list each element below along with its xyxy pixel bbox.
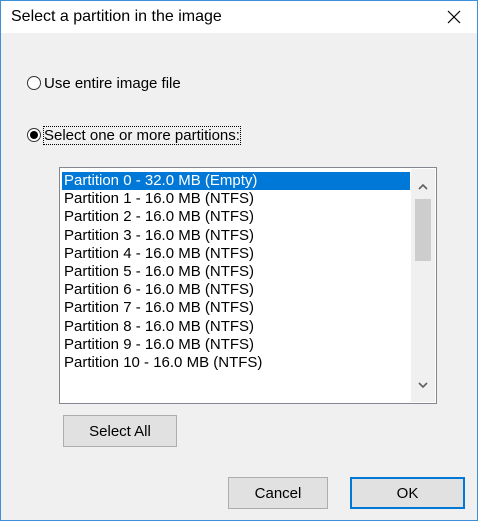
partition-list-item[interactable]: Partition 7 - 16.0 MB (NTFS) [62,299,410,317]
chevron-up-icon [418,183,428,190]
scroll-thumb[interactable] [415,199,431,261]
partition-list-item[interactable]: Partition 6 - 16.0 MB (NTFS) [62,281,410,299]
radio-selected-dot [30,131,38,139]
radio-circle-entire[interactable] [27,76,41,90]
radio-circle-partitions[interactable] [27,128,41,142]
dialog-title: Select a partition in the image [11,8,222,25]
title-bar: Select a partition in the image [1,1,477,33]
use-entire-image-radio[interactable]: Use entire image file [27,72,181,94]
select-partitions-label: Select one or more partitions: [43,125,241,145]
select-all-button[interactable]: Select All [63,415,177,447]
partition-dialog: Select a partition in the image Use enti… [0,0,478,521]
partition-list-item[interactable]: Partition 0 - 32.0 MB (Empty) [62,172,410,191]
vertical-scrollbar[interactable] [411,169,435,402]
partition-list-item[interactable]: Partition 3 - 16.0 MB (NTFS) [62,227,410,245]
partition-list[interactable]: Partition 0 - 32.0 MB (Empty) Partition 1… [59,167,437,404]
partition-list-item[interactable]: Partition 4 - 16.0 MB (NTFS) [62,245,410,263]
partition-list-item[interactable]: Partition 9 - 16.0 MB (NTFS) [62,336,410,354]
partition-list-item[interactable]: Partition 5 - 16.0 MB (NTFS) [62,263,410,281]
partition-list-item[interactable]: Partition 10 - 16.0 MB (NTFS) [62,354,410,372]
partition-list-item[interactable]: Partition 2 - 16.0 MB (NTFS) [62,208,410,226]
ok-button[interactable]: OK [350,477,465,509]
partition-list-item[interactable]: Partition 1 - 16.0 MB (NTFS) [62,190,410,208]
use-entire-image-label: Use entire image file [44,74,181,92]
cancel-button[interactable]: Cancel [228,477,328,509]
close-button[interactable] [431,1,477,33]
scroll-down-button[interactable] [411,374,435,396]
partition-list-items: Partition 0 - 32.0 MB (Empty) Partition 1… [62,172,410,372]
partition-list-item[interactable]: Partition 8 - 16.0 MB (NTFS) [62,318,410,336]
scroll-up-button[interactable] [411,175,435,197]
select-partitions-radio[interactable]: Select one or more partitions: [27,124,241,146]
close-icon [447,10,461,24]
chevron-down-icon [418,381,428,388]
